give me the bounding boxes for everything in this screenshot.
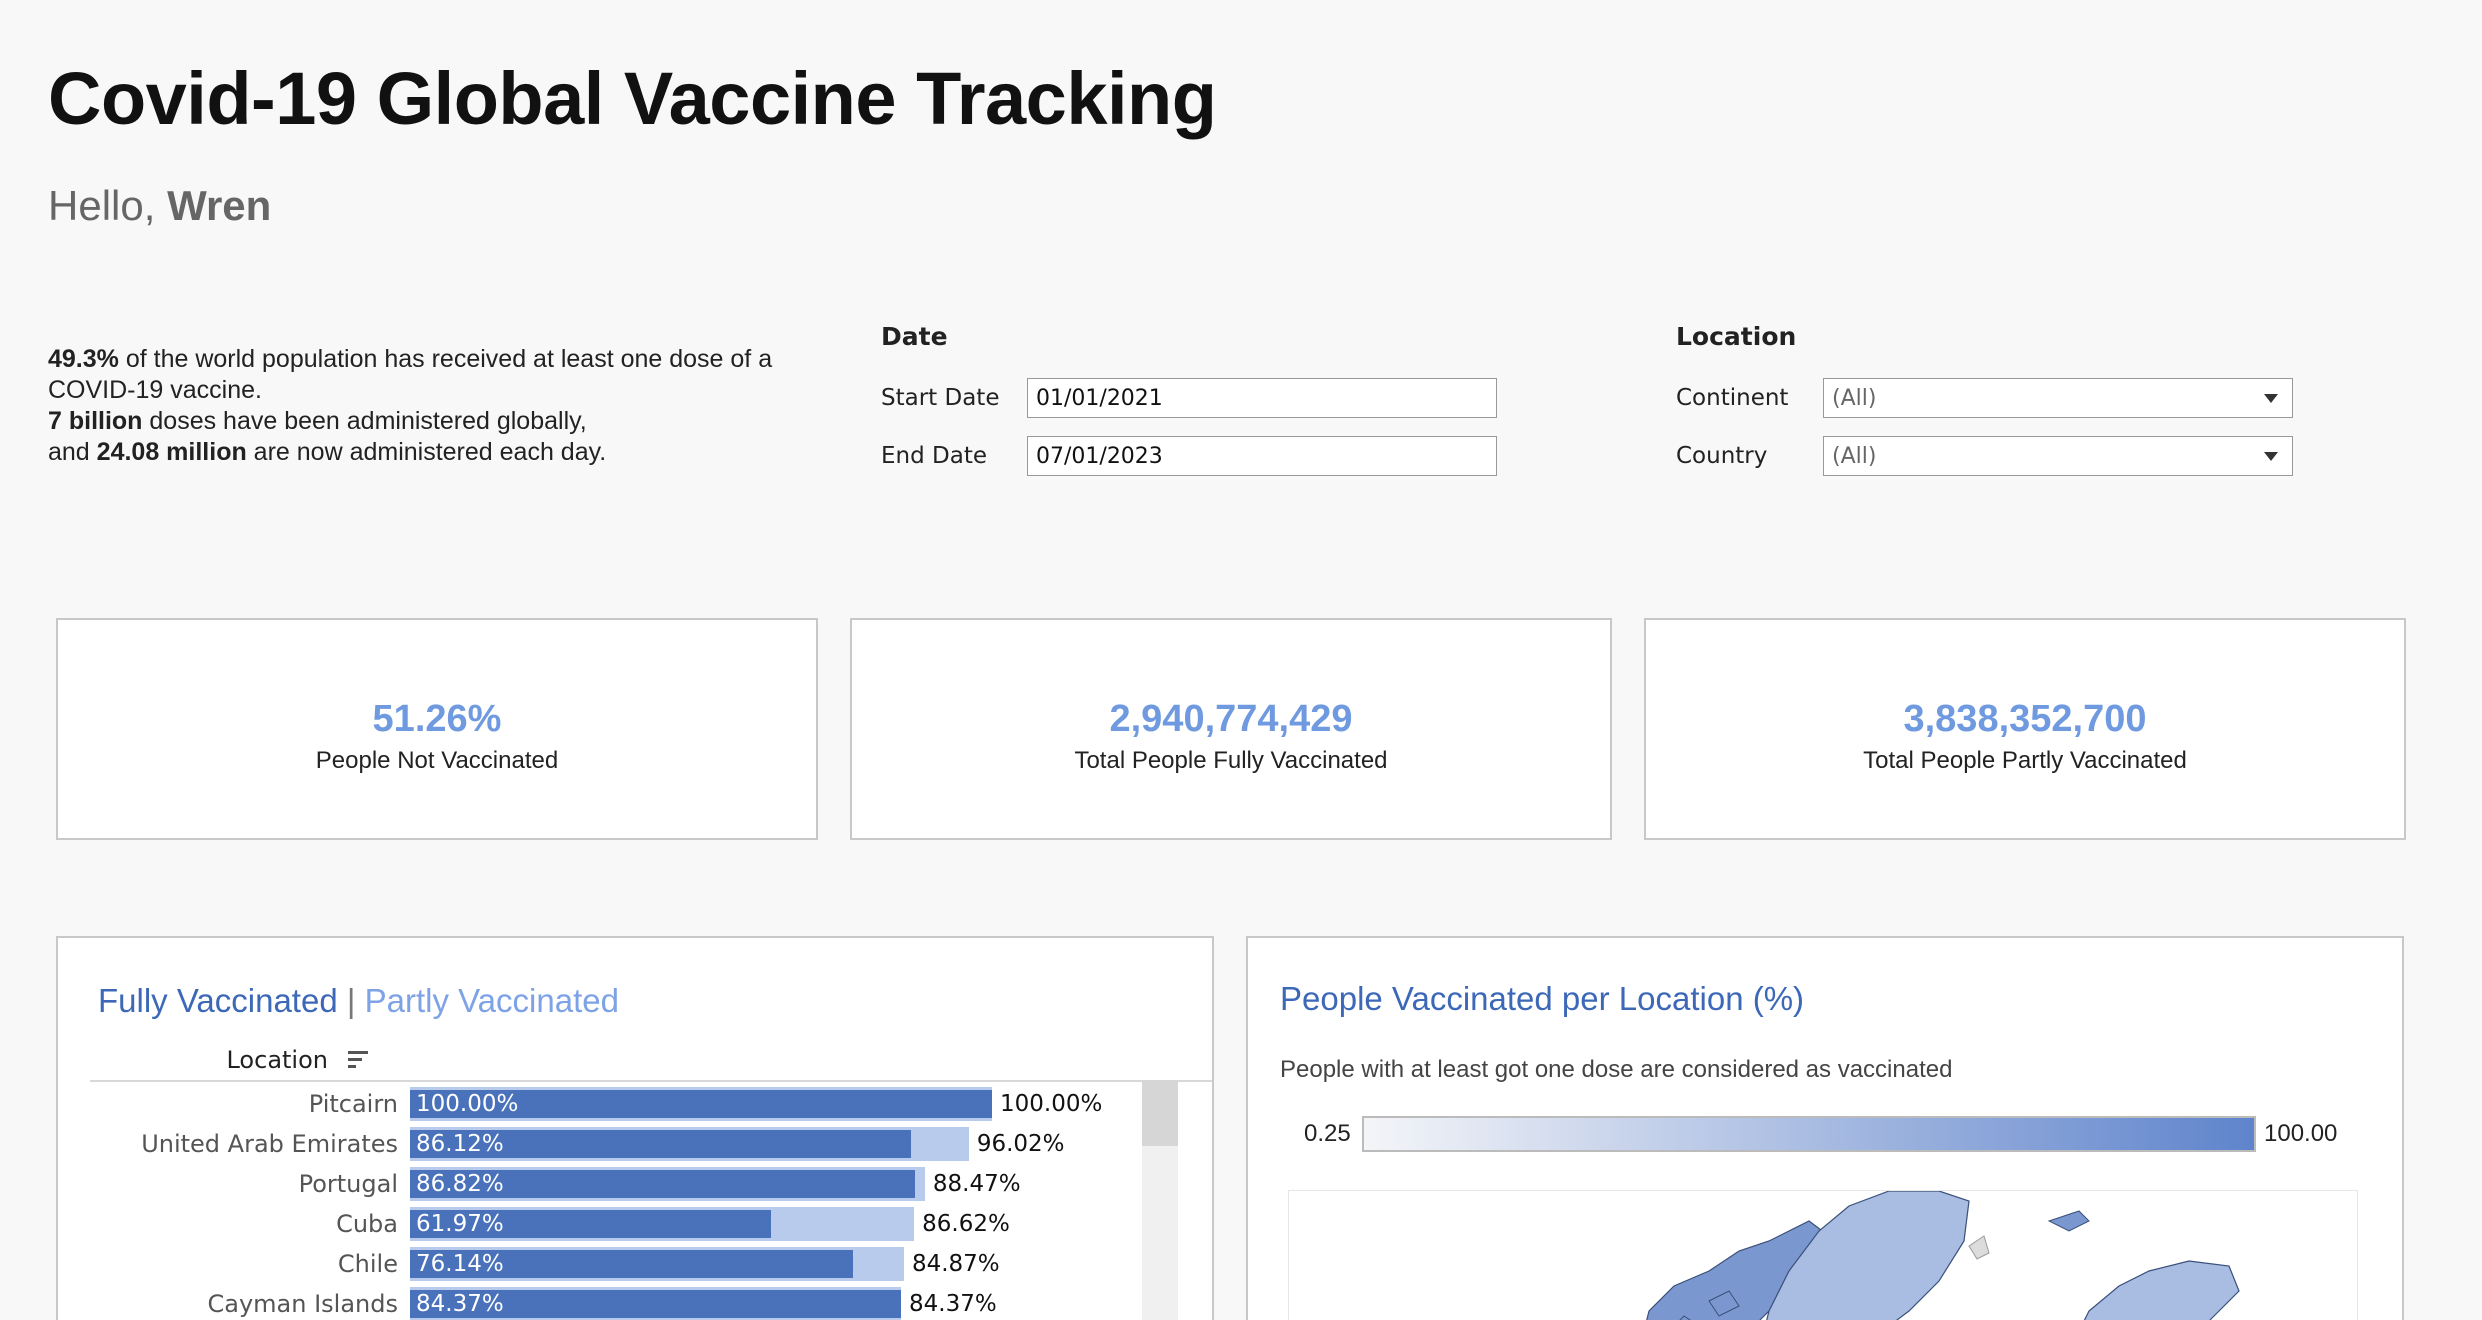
country-row: Country (All) (1676, 436, 2293, 476)
partly-vaccinated-value-label: 100.00% (1000, 1091, 1103, 1117)
page-title: Covid-19 Global Vaccine Tracking (48, 57, 1217, 140)
date-filter-title: Date (881, 322, 948, 351)
start-date-input[interactable]: 01/01/2021 (1027, 378, 1497, 418)
fully-vaccinated-value-label: 76.14% (416, 1251, 504, 1277)
kpi-label: Total People Fully Vaccinated (1074, 746, 1388, 774)
world-map[interactable] (1288, 1190, 2358, 1320)
start-date-label: Start Date (881, 385, 1000, 411)
fully-vaccinated-value-label: 84.37% (416, 1291, 504, 1317)
kpi-value: 51.26% (372, 697, 502, 740)
bar-category-label: Cayman Islands (207, 1290, 399, 1318)
country-label: Country (1676, 443, 1768, 469)
summary-percent: 49.3% (48, 345, 119, 373)
kpi-not-vaccinated: 51.26% People Not Vaccinated (56, 618, 818, 840)
chevron-down-icon (2264, 452, 2278, 461)
end-date-row: End Date 07/01/2023 (881, 436, 1497, 476)
map-shapes (1646, 1191, 2240, 1320)
continent-row: Continent (All) (1676, 378, 2293, 418)
sort-icon[interactable] (348, 1050, 370, 1070)
partly-vaccinated-value-label: 86.62% (922, 1211, 1010, 1237)
location-filter: Location Continent (All) Country (All) (1676, 322, 2293, 494)
start-date-row: Start Date 01/01/2021 (881, 378, 1497, 418)
greeting-text: Hello, (48, 182, 156, 229)
bar-row[interactable]: United Arab Emirates 86.12% 96.02% (58, 1124, 1198, 1164)
fully-vaccinated-value-label: 86.82% (416, 1171, 504, 1197)
summary-line3-pre: and (48, 438, 97, 466)
bar-category-label: Cuba (336, 1210, 398, 1238)
summary-doses: 7 billion (48, 407, 143, 435)
island-shape (2047, 1210, 2090, 1232)
bar-category-label: United Arab Emirates (141, 1130, 398, 1158)
vaccination-bar-panel: Fully Vaccinated | Partly Vaccinated Loc… (56, 936, 1214, 1320)
fully-vaccinated-value-label: 86.12% (416, 1131, 504, 1157)
bar-row[interactable]: Portugal 86.82% 88.47% (58, 1164, 1198, 1204)
svalbard-shape (1968, 1235, 1990, 1260)
end-date-input[interactable]: 07/01/2023 (1027, 436, 1497, 476)
legend-max-label: 100.00 (2264, 1120, 2338, 1147)
map-panel-title: People Vaccinated per Location (%) (1280, 980, 1805, 1017)
bar-row[interactable]: Cayman Islands 84.37% 84.37% (58, 1284, 1198, 1320)
legend-min-label: 0.25 (1304, 1120, 1351, 1147)
fully-vaccinated-value-label: 61.97% (416, 1211, 504, 1237)
location-column-header: Location (226, 1046, 328, 1074)
eurasia-shape (2083, 1260, 2240, 1320)
partly-vaccinated-value-label: 88.47% (932, 1171, 1021, 1197)
kpi-partly-vaccinated: 3,838,352,700 Total People Partly Vaccin… (1644, 618, 2406, 840)
scrollbar-thumb[interactable] (1142, 1080, 1178, 1146)
kpi-value: 3,838,352,700 (1903, 697, 2147, 740)
header-divider (90, 1080, 1212, 1082)
summary-line3-post: are now administered each day. (246, 438, 607, 466)
chevron-down-icon (2264, 394, 2278, 403)
fully-vaccinated-title[interactable]: Fully Vaccinated (98, 982, 338, 1019)
summary-line2: doses have been administered globally, (142, 407, 587, 435)
partly-vaccinated-value-label: 84.37% (909, 1291, 997, 1317)
kpi-label: Total People Partly Vaccinated (1863, 746, 2187, 774)
date-filter: Date Start Date 01/01/2021 End Date 07/0… (881, 322, 1497, 494)
bar-category-label: Portugal (298, 1170, 398, 1198)
partly-vaccinated-value-label: 96.02% (976, 1131, 1065, 1157)
user-name: Wren (167, 182, 272, 229)
kpi-label: People Not Vaccinated (315, 746, 559, 774)
country-value: (All) (1832, 443, 1877, 469)
title-separator: | (346, 982, 356, 1019)
country-select[interactable]: (All) (1823, 436, 2293, 476)
bar-row[interactable]: Cuba 61.97% 86.62% (58, 1204, 1198, 1244)
summary-line1: of the world population has received at … (48, 345, 773, 404)
location-filter-title: Location (1676, 322, 1797, 351)
map-panel: People Vaccinated per Location (%) Peopl… (1246, 936, 2404, 1320)
greeting: Hello, Wren (48, 182, 271, 230)
end-date-label: End Date (881, 443, 987, 469)
partly-vaccinated-value-label: 84.87% (911, 1251, 1000, 1277)
continent-value: (All) (1832, 385, 1877, 411)
kpi-fully-vaccinated: 2,940,774,429 Total People Fully Vaccina… (850, 618, 1612, 840)
bar-category-label: Pitcairn (308, 1090, 398, 1118)
map-subtitle: People with at least got one dose are co… (1280, 1056, 1953, 1083)
fully-vaccinated-value-label: 100.00% (416, 1091, 519, 1117)
kpi-value: 2,940,774,429 (1109, 697, 1353, 740)
continent-label: Continent (1676, 385, 1789, 411)
color-legend (1362, 1116, 2256, 1152)
summary-daily: 24.08 million (96, 438, 247, 466)
bar-category-label: Chile (337, 1250, 398, 1278)
bar-panel-title: Fully Vaccinated | Partly Vaccinated (98, 982, 619, 1020)
vaccination-summary: 49.3% of the world population has receiv… (48, 344, 828, 468)
bar-row[interactable]: Pitcairn 100.00% 100.00% (58, 1084, 1198, 1124)
partly-vaccinated-title[interactable]: Partly Vaccinated (365, 982, 619, 1019)
bar-chart-scrollbar[interactable] (1142, 1080, 1178, 1320)
continent-select[interactable]: (All) (1823, 378, 2293, 418)
bar-row[interactable]: Chile 76.14% 84.87% (58, 1244, 1198, 1284)
